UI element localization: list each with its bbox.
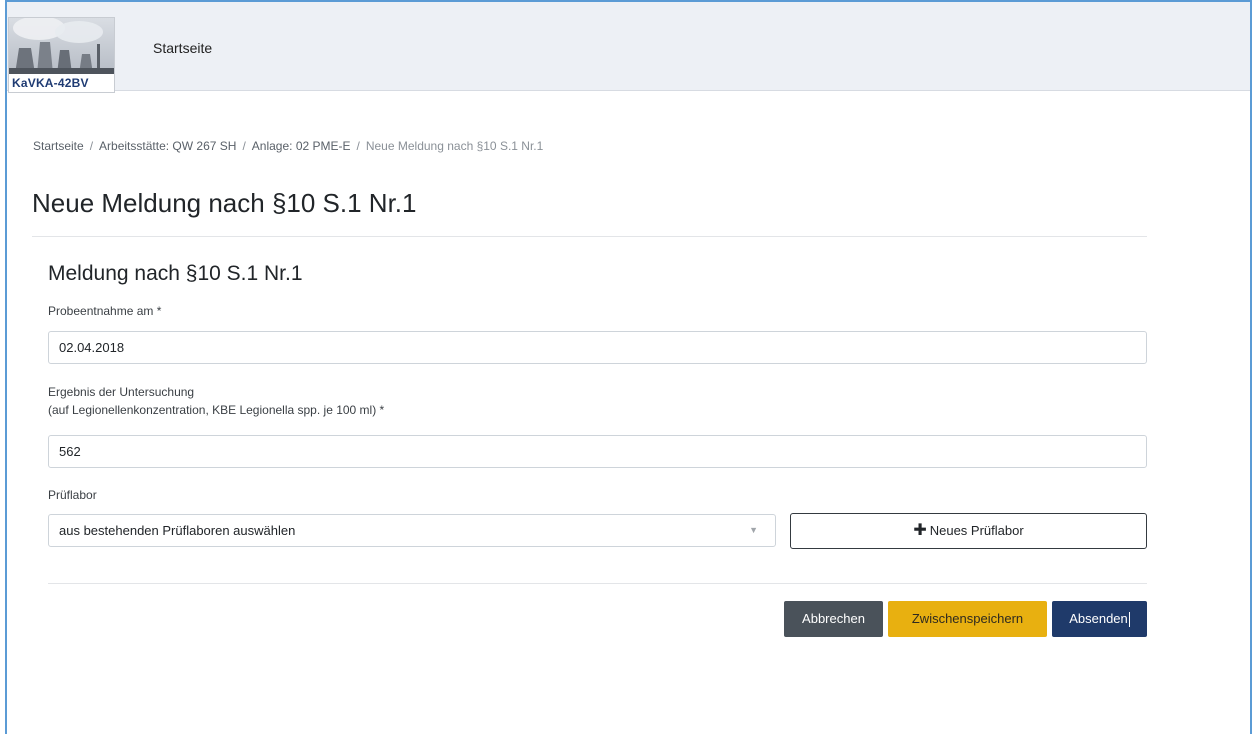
- breadcrumb-separator: /: [89, 139, 94, 153]
- breadcrumb-separator: /: [242, 139, 246, 153]
- submit-button-label: Absenden: [1069, 611, 1128, 626]
- breadcrumb-separator: /: [356, 139, 360, 153]
- result-input[interactable]: 562: [48, 435, 1147, 468]
- sample-date-value: 02.04.2018: [59, 340, 125, 355]
- breadcrumb: Startseite / Arbeitsstätte: QW 267 SH / Anla…: [33, 139, 543, 153]
- sample-date-label: Probeentnahme am *: [48, 304, 162, 318]
- top-navbar: KaVKA-42BV Startseite: [7, 2, 1250, 93]
- lab-select-value: aus bestehenden Prüflaboren auswählen: [59, 523, 296, 538]
- footer-divider: [48, 583, 1147, 584]
- new-lab-button[interactable]: ✚ Neues Prüflabor: [790, 513, 1147, 549]
- text-cursor: [1128, 612, 1130, 628]
- form-section-title: Meldung nach §10 S.1 Nr.1: [48, 262, 303, 285]
- title-divider: [32, 236, 1147, 237]
- lab-select[interactable]: aus bestehenden Prüflaboren auswählen ▼: [48, 514, 776, 547]
- caret-down-icon: ▼: [749, 525, 758, 535]
- submit-button[interactable]: Absenden: [1052, 601, 1147, 637]
- breadcrumb-item-startseite[interactable]: Startseite: [33, 139, 84, 153]
- sample-date-input[interactable]: 02.04.2018: [48, 331, 1147, 364]
- app-logo[interactable]: KaVKA-42BV: [8, 17, 115, 93]
- result-label-line1: Ergebnis der Untersuchung: [48, 385, 195, 399]
- breadcrumb-item-anlage[interactable]: Anlage: 02 PME-E: [252, 139, 351, 153]
- breadcrumb-item-current: Neue Meldung nach §10 S.1 Nr.1: [365, 139, 544, 153]
- cancel-button-label: Abbrechen: [802, 611, 865, 626]
- page-title: Neue Meldung nach §10 S.1 Nr.1: [32, 188, 417, 218]
- nav-home-link[interactable]: Startseite: [153, 40, 212, 56]
- result-value: 562: [59, 444, 81, 459]
- lab-label: Prüflabor: [48, 488, 97, 502]
- save-draft-button-label: Zwischenspeichern: [911, 611, 1024, 626]
- result-label-line2: (auf Legionellenkonzentration, KBE Legio…: [48, 403, 385, 417]
- logo-text: KaVKA-42BV: [12, 76, 89, 90]
- cooling-towers-logo-icon: [9, 18, 114, 74]
- cancel-button[interactable]: Abbrechen: [784, 601, 883, 637]
- plus-icon: ✚: [913, 522, 927, 539]
- breadcrumb-item-arbeitsstaette[interactable]: Arbeitsstätte: QW 267 SH: [99, 139, 236, 153]
- save-draft-button[interactable]: Zwischenspeichern: [888, 601, 1047, 637]
- new-lab-button-label: Neues Prüflabor: [929, 523, 1024, 538]
